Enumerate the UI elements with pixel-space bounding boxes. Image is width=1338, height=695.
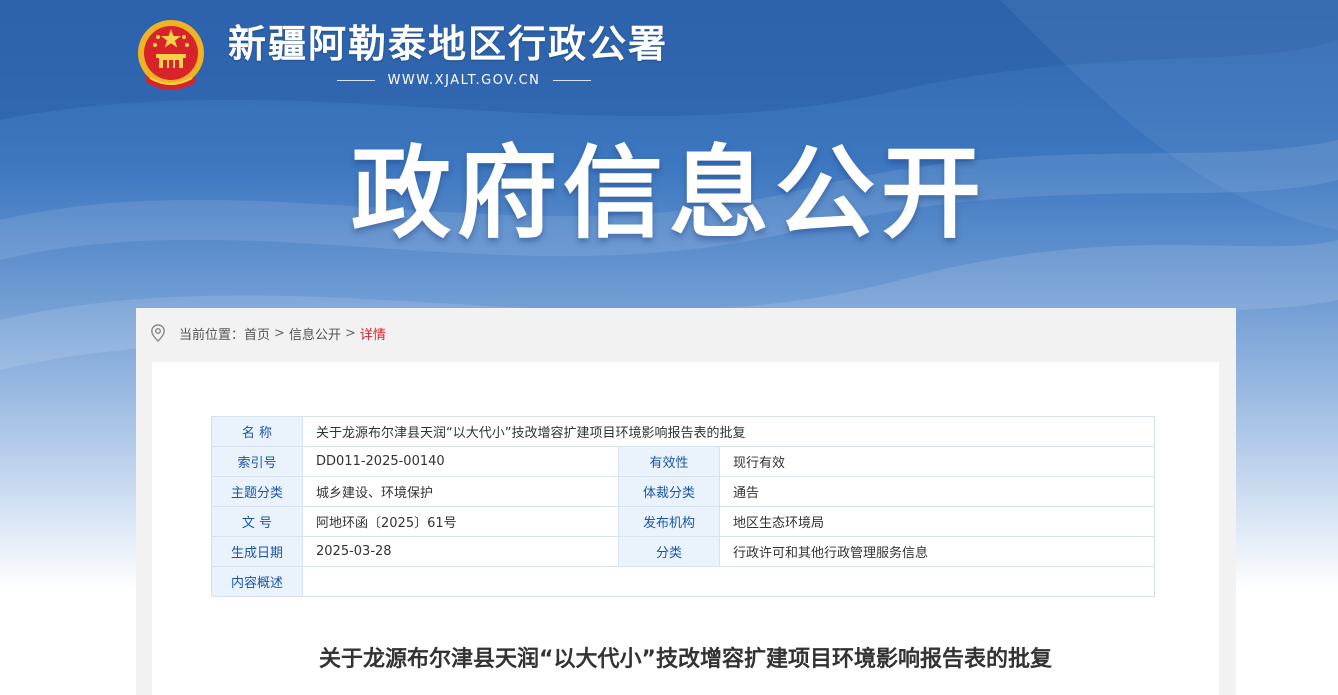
- meta-row-name: 名 称 关于龙源布尔津县天润“以大代小”技改增容扩建项目环境影响报告表的批复: [211, 416, 1155, 447]
- breadcrumb-prefix: 当前位置：: [179, 327, 245, 343]
- location-pin-icon: [151, 324, 165, 342]
- meta-row: 索引号 DD011-2025-00140 有效性 现行有效: [211, 446, 1155, 477]
- meta-label: 内容概述: [211, 566, 303, 597]
- breadcrumb-separator: >: [274, 325, 285, 341]
- meta-row: 主题分类 城乡建设、环境保护 体裁分类 通告: [211, 476, 1155, 507]
- meta-value: 行政许可和其他行政管理服务信息: [719, 536, 1155, 567]
- meta-row: 生成日期 2025-03-28 分类 行政许可和其他行政管理服务信息: [211, 536, 1155, 567]
- meta-value-name: 关于龙源布尔津县天润“以大代小”技改增容扩建项目环境影响报告表的批复: [302, 416, 1155, 447]
- meta-value: 阿地环函〔2025〕61号: [302, 506, 619, 537]
- breadcrumb-info-link[interactable]: 信息公开: [289, 324, 341, 343]
- meta-label: 文 号: [211, 506, 303, 537]
- content-area: 名 称 关于龙源布尔津县天润“以大代小”技改增容扩建项目环境影响报告表的批复 索…: [152, 362, 1219, 695]
- main-panel: 当前位置： 首页 > 信息公开 > 详情 名 称 关于龙源布尔津县天润“以大代小…: [136, 308, 1236, 695]
- meta-value: 现行有效: [719, 446, 1155, 477]
- meta-label: 分类: [618, 536, 720, 567]
- meta-label: 发布机构: [618, 506, 720, 537]
- breadcrumb-separator: >: [344, 325, 356, 341]
- meta-value: 城乡建设、环境保护: [302, 476, 619, 507]
- article-title: 关于龙源布尔津县天润“以大代小”技改增容扩建项目环境影响报告表的批复: [319, 647, 1052, 672]
- national-emblem-icon: [138, 20, 204, 90]
- site-title: 新疆阿勒泰地区行政公署: [228, 22, 669, 66]
- meta-label: 主题分类: [211, 476, 303, 507]
- document-meta-table: 名 称 关于龙源布尔津县天润“以大代小”技改增容扩建项目环境影响报告表的批复 索…: [211, 416, 1155, 597]
- site-url-row: WWW.XJALT.GOV.CN: [337, 70, 591, 90]
- meta-row-summary: 内容概述: [211, 566, 1155, 597]
- meta-label: 有效性: [618, 446, 720, 477]
- meta-value-summary: [302, 566, 1155, 597]
- meta-label: 索引号: [211, 446, 303, 477]
- meta-row: 文 号 阿地环函〔2025〕61号 发布机构 地区生态环境局: [211, 506, 1155, 537]
- meta-label: 名 称: [211, 416, 303, 447]
- url-divider-left: [337, 79, 375, 81]
- url-divider-right: [552, 79, 591, 81]
- site-url[interactable]: WWW.XJALT.GOV.CN: [388, 73, 541, 88]
- meta-label: 体裁分类: [618, 476, 720, 507]
- meta-value: 2025-03-28: [302, 536, 619, 567]
- breadcrumb: 当前位置： 首页 > 信息公开 > 详情: [150, 322, 386, 344]
- meta-value: DD011-2025-00140: [302, 446, 619, 477]
- meta-value: 地区生态环境局: [719, 506, 1155, 537]
- breadcrumb-home-link[interactable]: 首页: [244, 324, 270, 343]
- meta-value: 通告: [719, 476, 1155, 507]
- breadcrumb-current: 详情: [359, 327, 386, 343]
- meta-label: 生成日期: [211, 536, 303, 567]
- banner-title: 政府信息公开: [351, 135, 987, 252]
